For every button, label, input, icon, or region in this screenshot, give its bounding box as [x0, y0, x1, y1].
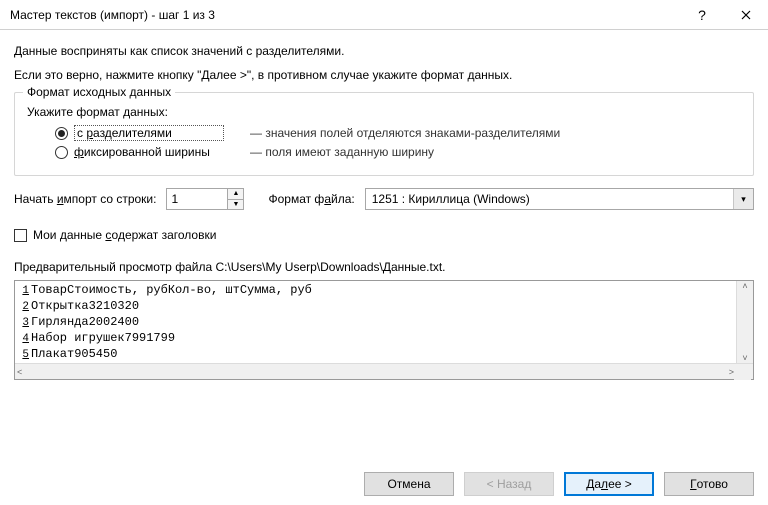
preview-line-number: 2	[15, 300, 31, 315]
import-options-row: Начать импорт со строки: ▲ ▼ Формат файл…	[14, 188, 754, 210]
back-button: < Назад	[464, 472, 554, 496]
fieldset-legend: Формат исходных данных	[23, 85, 175, 99]
dialog-content: Данные восприняты как список значений с …	[0, 30, 768, 380]
preview-row: 1ТоварСтоимость, рубКол-во, штСумма, руб	[15, 283, 753, 299]
spinner-up[interactable]: ▲	[228, 189, 243, 200]
radio-delimited-desc: — значения полей отделяются знаками-разд…	[250, 126, 560, 140]
titlebar: Мастер текстов (импорт) - шаг 1 из 3 ?	[0, 0, 768, 30]
preview-content: 1ТоварСтоимость, рубКол-во, штСумма, руб…	[15, 281, 753, 363]
preview-row: 5Плакат905450	[15, 347, 753, 363]
window-title: Мастер текстов (импорт) - шаг 1 из 3	[10, 8, 680, 22]
headers-checkbox-label: Мои данные содержат заголовки	[33, 228, 216, 242]
next-button[interactable]: Далее >	[564, 472, 654, 496]
scroll-up-icon[interactable]: ˄	[742, 281, 747, 291]
radio-fixed-row[interactable]: фиксированной ширины — поля имеют заданн…	[55, 145, 741, 159]
horizontal-scrollbar[interactable]: ˂ ˃	[15, 363, 753, 379]
preview-line-text: Плакат905450	[31, 347, 117, 362]
radio-delimited[interactable]	[55, 127, 68, 140]
preview-line-number: 5	[15, 348, 31, 363]
preview-box: 1ТоварСтоимость, рубКол-во, штСумма, руб…	[14, 280, 754, 380]
file-format-label: Формат файла:	[268, 192, 354, 206]
preview-line-text: Гирлянда2002400	[31, 315, 139, 330]
radio-fixed-label: фиксированной ширины	[74, 145, 224, 159]
preview-row: 4Набор игрушек7991799	[15, 331, 753, 347]
preview-line-number: 3	[15, 316, 31, 331]
vertical-scrollbar[interactable]: ˄ ˅	[736, 281, 753, 363]
cancel-button[interactable]: Отмена	[364, 472, 454, 496]
spinner-down[interactable]: ▼	[228, 200, 243, 210]
radio-fixed-desc: — поля имеют заданную ширину	[250, 145, 434, 159]
preview-line-text: Открытка3210320	[31, 299, 139, 314]
close-button[interactable]	[724, 0, 768, 30]
preview-line-number: 4	[15, 332, 31, 347]
radio-delimited-label: с разделителями	[74, 125, 224, 141]
preview-line-number: 1	[15, 284, 31, 299]
preview-row: 3Гирлянда2002400	[15, 315, 753, 331]
radio-fixed[interactable]	[55, 146, 68, 159]
help-button[interactable]: ?	[680, 0, 724, 30]
start-row-label: Начать импорт со строки:	[14, 192, 156, 206]
headers-checkbox[interactable]	[14, 229, 27, 242]
scrollbar-corner	[734, 364, 751, 380]
file-format-select[interactable]: 1251 : Кириллица (Windows) ▾	[365, 188, 754, 210]
intro-text-2: Если это верно, нажмите кнопку "Далее >"…	[14, 68, 754, 82]
preview-row: 2Открытка3210320	[15, 299, 753, 315]
scroll-left-icon[interactable]: ˂	[17, 367, 22, 377]
preview-line-text: ТоварСтоимость, рубКол-во, штСумма, руб	[31, 283, 312, 298]
finish-button[interactable]: Готово	[664, 472, 754, 496]
dialog-footer: Отмена < Назад Далее > Готово	[0, 463, 768, 505]
chevron-down-icon[interactable]: ▾	[733, 189, 753, 209]
preview-line-text: Набор игрушек7991799	[31, 331, 175, 346]
intro-text-1: Данные восприняты как список значений с …	[14, 44, 754, 58]
close-icon	[741, 10, 751, 20]
start-row-spinner[interactable]: ▲ ▼	[166, 188, 244, 210]
preview-label: Предварительный просмотр файла C:\Users\…	[14, 260, 754, 274]
radio-delimited-row[interactable]: с разделителями — значения полей отделяю…	[55, 125, 741, 141]
source-format-fieldset: Формат исходных данных Укажите формат да…	[14, 92, 754, 176]
file-format-value: 1251 : Кириллица (Windows)	[366, 192, 733, 206]
format-subtitle: Укажите формат данных:	[27, 105, 741, 119]
headers-checkbox-row[interactable]: Мои данные содержат заголовки	[14, 228, 754, 242]
start-row-input[interactable]	[167, 189, 227, 209]
scroll-down-icon[interactable]: ˅	[742, 353, 747, 363]
